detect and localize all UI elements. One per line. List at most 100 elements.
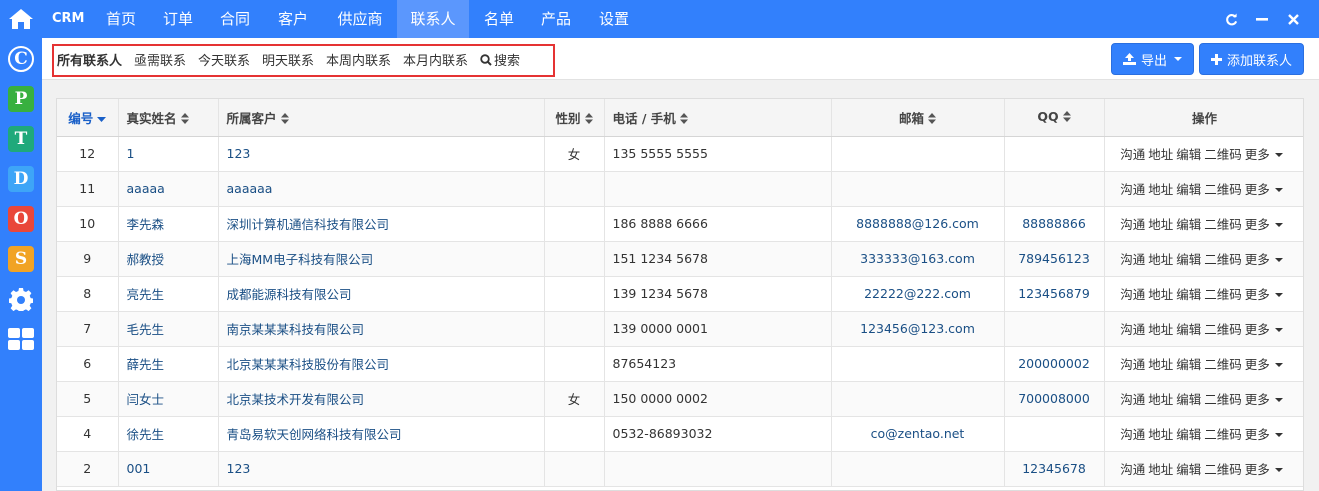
app-team-icon[interactable]: T bbox=[8, 126, 34, 152]
action-communicate[interactable]: 沟通 bbox=[1120, 322, 1145, 337]
action-address[interactable]: 地址 bbox=[1148, 357, 1173, 372]
cell-email[interactable]: 123456@123.com bbox=[831, 311, 1005, 347]
cell-name[interactable]: 李先森 bbox=[118, 206, 219, 242]
action-edit[interactable]: 编辑 bbox=[1176, 182, 1201, 197]
action-qrcode[interactable]: 二维码 bbox=[1204, 357, 1242, 372]
filter-this-week[interactable]: 本周内联系 bbox=[326, 50, 391, 69]
cell-qq[interactable]: 200000002 bbox=[1004, 346, 1105, 382]
cell-qq[interactable]: 789456123 bbox=[1004, 241, 1105, 277]
minimize-icon[interactable] bbox=[1251, 0, 1273, 38]
table-row[interactable]: 11 aaaaa aaaaaa 沟通 地址 编辑 二维码 更多 bbox=[57, 171, 1303, 207]
col-gender[interactable]: 性别 bbox=[544, 99, 605, 137]
table-row[interactable]: 2 001 123 12345678 沟通 地址 编辑 二维码 更多 bbox=[57, 451, 1303, 487]
table-row[interactable]: 6 薛先生 北京某某某科技股份有限公司 87654123 200000002 沟通 地址 编辑… bbox=[57, 346, 1303, 382]
action-more[interactable]: 更多 bbox=[1245, 252, 1286, 267]
action-qrcode[interactable]: 二维码 bbox=[1204, 427, 1242, 442]
cell-name[interactable]: 亮先生 bbox=[118, 276, 219, 312]
app-project-icon[interactable]: P bbox=[8, 86, 34, 112]
action-address[interactable]: 地址 bbox=[1148, 182, 1173, 197]
nav-contracts[interactable]: 合同 bbox=[210, 0, 260, 38]
cell-customer[interactable]: 青岛易软天创网络科技有限公司 bbox=[218, 416, 545, 452]
col-customer[interactable]: 所属客户 bbox=[218, 99, 545, 137]
col-id[interactable]: 编号 bbox=[57, 99, 119, 137]
cell-customer[interactable]: 深圳计算机通信科技有限公司 bbox=[218, 206, 545, 242]
nav-orders[interactable]: 订单 bbox=[153, 0, 203, 38]
cell-customer[interactable]: 南京某某某科技有限公司 bbox=[218, 311, 545, 347]
action-more[interactable]: 更多 bbox=[1245, 357, 1286, 372]
table-row[interactable]: 12 1 123 女 135 5555 5555 沟通 地址 编辑 二维码 更多 bbox=[57, 136, 1303, 172]
export-button[interactable]: 导出 bbox=[1111, 43, 1194, 75]
brand-logo[interactable]: CRM bbox=[52, 0, 85, 38]
cell-customer[interactable]: 123 bbox=[218, 136, 545, 172]
action-more[interactable]: 更多 bbox=[1245, 287, 1286, 302]
cell-qq[interactable]: 12345678 bbox=[1004, 451, 1105, 487]
app-oa-icon[interactable]: O bbox=[8, 206, 34, 232]
grid-icon[interactable] bbox=[8, 326, 34, 352]
action-address[interactable]: 地址 bbox=[1148, 322, 1173, 337]
col-phone[interactable]: 电话 / 手机 bbox=[604, 99, 832, 137]
action-edit[interactable]: 编辑 bbox=[1176, 287, 1201, 302]
action-address[interactable]: 地址 bbox=[1148, 287, 1173, 302]
table-row[interactable]: 5 闫女士 北京某技术开发有限公司女 150 0000 0002 700008000 沟通… bbox=[57, 381, 1303, 417]
close-icon[interactable] bbox=[1282, 0, 1304, 38]
app-cash-icon[interactable]: S bbox=[8, 246, 34, 272]
action-edit[interactable]: 编辑 bbox=[1176, 392, 1201, 407]
action-address[interactable]: 地址 bbox=[1148, 217, 1173, 232]
filter-urgent[interactable]: 亟需联系 bbox=[134, 50, 186, 69]
action-qrcode[interactable]: 二维码 bbox=[1204, 322, 1242, 337]
action-more[interactable]: 更多 bbox=[1245, 392, 1286, 407]
cell-customer[interactable]: 上海MM电子科技有限公司 bbox=[218, 241, 545, 277]
cell-qq[interactable] bbox=[1004, 416, 1105, 452]
nav-contacts[interactable]: 联系人 bbox=[397, 0, 469, 38]
cell-email[interactable] bbox=[831, 381, 1005, 417]
action-communicate[interactable]: 沟通 bbox=[1120, 462, 1145, 477]
action-more[interactable]: 更多 bbox=[1245, 462, 1286, 477]
action-communicate[interactable]: 沟通 bbox=[1120, 357, 1145, 372]
action-edit[interactable]: 编辑 bbox=[1176, 322, 1201, 337]
action-communicate[interactable]: 沟通 bbox=[1120, 252, 1145, 267]
cell-email[interactable] bbox=[831, 136, 1005, 172]
cell-email[interactable]: 8888888@126.com bbox=[831, 206, 1005, 242]
action-communicate[interactable]: 沟通 bbox=[1120, 392, 1145, 407]
action-edit[interactable]: 编辑 bbox=[1176, 427, 1201, 442]
cell-name[interactable]: 毛先生 bbox=[118, 311, 219, 347]
app-crm-icon[interactable]: C bbox=[8, 46, 34, 72]
action-address[interactable]: 地址 bbox=[1148, 147, 1173, 162]
cell-qq[interactable]: 88888866 bbox=[1004, 206, 1105, 242]
table-row[interactable]: 4 徐先生 青岛易软天创网络科技有限公司 0532-86893032 co@zentao… bbox=[57, 416, 1303, 452]
action-edit[interactable]: 编辑 bbox=[1176, 217, 1201, 232]
action-edit[interactable]: 编辑 bbox=[1176, 252, 1201, 267]
action-edit[interactable]: 编辑 bbox=[1176, 147, 1201, 162]
filter-all-contacts[interactable]: 所有联系人 bbox=[57, 50, 122, 69]
cell-customer[interactable]: 123 bbox=[218, 451, 545, 487]
action-more[interactable]: 更多 bbox=[1245, 322, 1286, 337]
cell-qq[interactable] bbox=[1004, 136, 1105, 172]
col-name[interactable]: 真实姓名 bbox=[118, 99, 219, 137]
cell-name[interactable]: 薛先生 bbox=[118, 346, 219, 382]
cell-email[interactable] bbox=[831, 171, 1005, 207]
cell-name[interactable]: 1 bbox=[118, 136, 219, 172]
action-qrcode[interactable]: 二维码 bbox=[1204, 392, 1242, 407]
filter-tomorrow[interactable]: 明天联系 bbox=[262, 50, 314, 69]
filter-today[interactable]: 今天联系 bbox=[198, 50, 250, 69]
action-communicate[interactable]: 沟通 bbox=[1120, 147, 1145, 162]
cell-customer[interactable]: aaaaaa bbox=[218, 171, 545, 207]
table-row[interactable]: 9 郝教授 上海MM电子科技有限公司 151 1234 5678 333333@163.… bbox=[57, 241, 1303, 277]
cell-email[interactable]: 333333@163.com bbox=[831, 241, 1005, 277]
filter-this-month[interactable]: 本月内联系 bbox=[403, 50, 468, 69]
action-qrcode[interactable]: 二维码 bbox=[1204, 462, 1242, 477]
action-more[interactable]: 更多 bbox=[1245, 147, 1286, 162]
action-qrcode[interactable]: 二维码 bbox=[1204, 217, 1242, 232]
cell-customer[interactable]: 成都能源科技有限公司 bbox=[218, 276, 545, 312]
action-qrcode[interactable]: 二维码 bbox=[1204, 287, 1242, 302]
action-more[interactable]: 更多 bbox=[1245, 217, 1286, 232]
cell-name[interactable]: 闫女士 bbox=[118, 381, 219, 417]
cell-name[interactable]: 郝教授 bbox=[118, 241, 219, 277]
cell-email[interactable] bbox=[831, 451, 1005, 487]
add-contact-button[interactable]: 添加联系人 bbox=[1199, 43, 1304, 75]
cell-name[interactable]: 徐先生 bbox=[118, 416, 219, 452]
cell-qq[interactable]: 700008000 bbox=[1004, 381, 1105, 417]
cell-name[interactable]: aaaaa bbox=[118, 171, 219, 207]
app-doc-icon[interactable]: D bbox=[8, 166, 34, 192]
action-qrcode[interactable]: 二维码 bbox=[1204, 252, 1242, 267]
